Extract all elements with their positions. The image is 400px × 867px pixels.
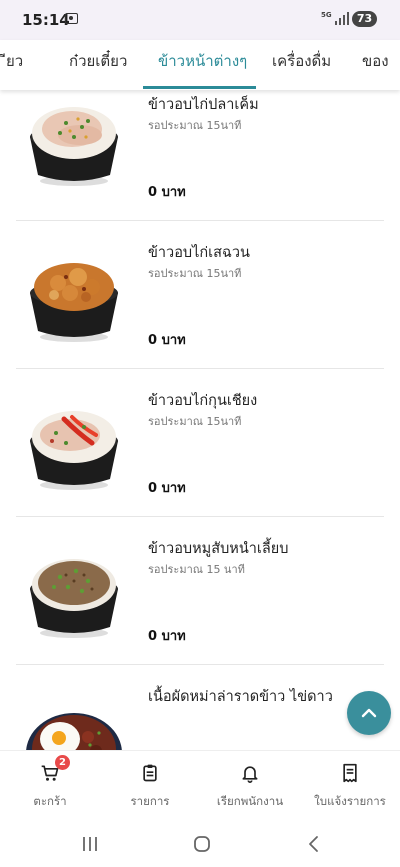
back-icon[interactable] <box>302 832 326 856</box>
menu-item[interactable]: เนื้อผัดหม่าล่าราดข้าว ไข่ดาว <box>16 665 384 750</box>
menu-item-name: ข้าวอบไก่ปลาเค็ม <box>148 97 259 113</box>
nav-cart-label: ตะกร้า <box>33 794 67 808</box>
menu-item-name: ข้าวอบไก่กุนเชียง <box>148 393 258 409</box>
screen-record-icon <box>65 13 78 24</box>
tab-drinks[interactable]: เครื่องดื่ม <box>272 40 331 90</box>
menu-item-name: ข้าวอบหมูสับหนำเลี้ยบ <box>148 541 289 557</box>
status-time: 15:14 <box>22 11 70 29</box>
scroll-to-top-button[interactable] <box>347 691 391 735</box>
menu-item-wait-time: รอประมาณ 15นาที <box>148 119 242 132</box>
battery-indicator: 73 <box>352 11 377 27</box>
menu-item[interactable]: ข้าวอบไก่กุนเชียง รอประมาณ 15นาที 0 บาท <box>16 369 384 517</box>
chevron-up-icon <box>361 708 377 718</box>
tab-rice-noodle[interactable]: ียว <box>6 40 23 90</box>
home-icon[interactable] <box>190 832 214 856</box>
receipt-icon <box>343 763 357 783</box>
signal-icon <box>335 12 349 25</box>
nav-bill[interactable]: ใบแจ้งรายการ <box>300 751 400 821</box>
menu-item[interactable]: ข้าวอบไก่ปลาเค็ม รอประมาณ 15นาที 0 บาท <box>16 90 384 221</box>
menu-item-price: 0 บาท <box>148 629 186 644</box>
food-image <box>30 559 118 638</box>
system-navigation-bar <box>0 820 400 867</box>
network-type: 5G <box>321 11 332 19</box>
food-image <box>30 107 118 186</box>
nav-orders-label: รายการ <box>130 794 170 808</box>
tab-rice-dishes[interactable]: ข้าวหน้าต่างๆ <box>158 40 247 90</box>
category-tab-bar: ียว ก๋วยเตี๋ยว ข้าวหน้าต่างๆ เครื่องดื่ม… <box>0 40 400 90</box>
menu-item-wait-time: รอประมาณ 15 นาที <box>148 563 245 576</box>
active-tab-indicator <box>143 86 256 89</box>
menu-list[interactable]: ข้าวอบไก่ปลาเค็ม รอประมาณ 15นาที 0 บาท ข… <box>0 90 400 750</box>
nav-bill-label: ใบแจ้งรายการ <box>314 794 386 808</box>
food-image <box>30 263 118 342</box>
menu-item-name: เนื้อผัดหม่าล่าราดข้าว ไข่ดาว <box>148 689 333 705</box>
menu-item[interactable]: ข้าวอบหมูสับหนำเลี้ยบ รอประมาณ 15 นาที 0… <box>16 517 384 665</box>
nav-orders[interactable]: รายการ <box>100 751 200 821</box>
nav-cart[interactable]: 2 ตะกร้า <box>0 751 100 821</box>
status-bar: 15:14 5G 73 <box>0 0 400 40</box>
menu-item-price: 0 บาท <box>148 185 186 200</box>
cart-badge: 2 <box>55 755 70 770</box>
nav-call-staff[interactable]: เรียกพนักงาน <box>200 751 300 821</box>
menu-item[interactable]: ข้าวอบไก่เสฉวน รอประมาณ 15นาที 0 บาท <box>16 221 384 369</box>
food-image <box>26 713 122 750</box>
food-image <box>30 411 118 490</box>
bottom-navigation: 2 ตะกร้า รายการ เรียกพนักงาน ใบแจ้งรายกา… <box>0 750 400 821</box>
menu-item-wait-time: รอประมาณ 15นาที <box>148 415 242 428</box>
recent-apps-icon[interactable] <box>78 832 102 856</box>
tab-noodles[interactable]: ก๋วยเตี๋ยว <box>69 40 127 90</box>
bell-icon <box>242 766 258 783</box>
menu-item-wait-time: รอประมาณ 15นาที <box>148 267 242 280</box>
clipboard-icon <box>143 764 157 782</box>
nav-call-staff-label: เรียกพนักงาน <box>216 794 284 808</box>
menu-item-name: ข้าวอบไก่เสฉวน <box>148 245 250 261</box>
menu-item-price: 0 บาท <box>148 481 186 496</box>
tab-desserts[interactable]: ของ <box>362 40 389 90</box>
menu-item-price: 0 บาท <box>148 333 186 348</box>
